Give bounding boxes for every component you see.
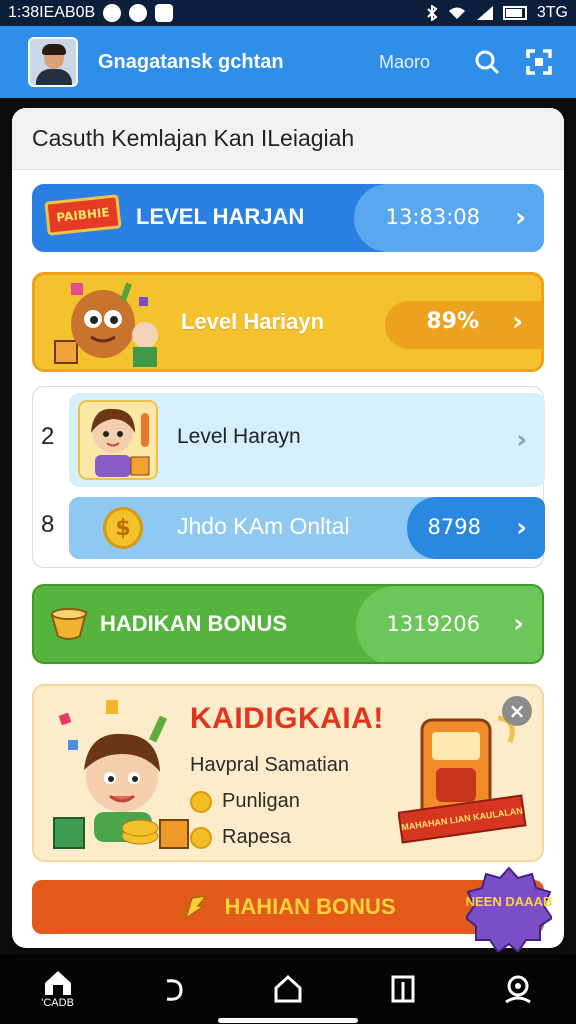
level-row-1[interactable]: PAIBHIE LEVEL HARJAN 13:83:08 › <box>32 184 544 252</box>
promo-title: KAIDIGKAIA! <box>190 702 384 735</box>
panel-heading: Casuth Kemlajan Kan ILeiagiah <box>12 108 564 170</box>
group-row-online-label: Jhdo KAm Onltal <box>177 513 350 539</box>
notification-icon <box>129 4 148 22</box>
level-row-1-value: 13:83:08 <box>385 205 480 229</box>
nav-profile[interactable] <box>488 959 548 1019</box>
nav-home[interactable]: 'CADB <box>28 959 88 1019</box>
bonus-row[interactable]: HADIKAN BONUS 1319206 › <box>32 584 544 664</box>
notification-icon <box>103 4 122 22</box>
nav-house[interactable] <box>258 959 318 1019</box>
promo-item: Rapesa <box>190 826 291 849</box>
girl-character-illustration <box>78 400 158 480</box>
nav-recents[interactable] <box>373 959 433 1019</box>
main-panel: Casuth Kemlajan Kan ILeiagiah PAIBHIE LE… <box>12 108 564 948</box>
scan-icon[interactable] <box>524 47 554 77</box>
boy-character-illustration <box>53 700 189 849</box>
bowl-icon <box>50 608 88 640</box>
coin-bullet-icon <box>190 790 212 813</box>
promo-item-label: Rapesa <box>222 826 291 848</box>
app-header: Gnagatansk gchtan Maoro <box>0 26 576 98</box>
group-row-online[interactable]: $ Jhdo KAm Onltal 8798 › <box>69 497 545 559</box>
chevron-right-icon: › <box>513 609 524 639</box>
profile-icon <box>505 975 532 1004</box>
group-number: 8 <box>41 511 55 538</box>
promo-card[interactable]: KAIDIGKAIA! Havpral Samatian Punligan Ra… <box>32 684 544 862</box>
bluetooth-icon <box>427 5 438 21</box>
new-badge-text: NEEN DAAAB <box>466 894 552 909</box>
search-icon[interactable] <box>472 47 502 77</box>
group-row-level-label: Level Harayn <box>177 425 301 448</box>
house-outline-icon <box>274 974 302 1003</box>
promo-item: Punligan <box>190 790 300 813</box>
nav-back[interactable] <box>143 959 203 1019</box>
avatar[interactable] <box>28 37 78 87</box>
back-icon <box>166 979 183 1001</box>
coin-bullet-icon <box>190 826 212 849</box>
bonus-row-label: HADIKAN BONUS <box>100 611 287 636</box>
chevron-right-icon: › <box>516 425 527 455</box>
level-row-2[interactable]: Level Hariayn 89% › <box>32 272 544 372</box>
home-icon <box>44 971 71 995</box>
ribbon-badge: PAIBHIE <box>44 194 122 236</box>
new-badge[interactable]: NEEN DAAAB <box>466 866 552 952</box>
home-indicator[interactable] <box>218 1018 358 1023</box>
level-row-2-label: Level Hariayn <box>181 309 325 334</box>
bottom-nav: 'CADB <box>0 954 576 1024</box>
level-row-2-value: 89% <box>426 309 479 334</box>
battery-icon <box>502 6 527 20</box>
level-group: 2 8 Level Harayn › $ Jhdo KAm Onltal 879… <box>32 386 545 568</box>
level-row-1-label: LEVEL HARJAN <box>136 204 305 229</box>
sparkle-icon <box>185 894 209 920</box>
status-battery-text: 3TG <box>536 4 568 21</box>
header-link[interactable]: Maoro <box>379 52 430 73</box>
close-icon[interactable]: × <box>502 696 532 726</box>
group-row-level[interactable]: Level Harayn › <box>69 393 545 487</box>
promo-subtitle: Havpral Samatian <box>190 754 349 776</box>
wifi-icon <box>448 7 465 19</box>
recents-icon <box>391 975 415 1003</box>
promo-item-label: Punligan <box>222 790 300 812</box>
group-row-online-value: 8798 <box>427 515 481 539</box>
status-time: 1:38IEAB0B <box>8 4 96 21</box>
nav-home-label: 'CADB <box>41 997 74 1009</box>
bonus-button-label: HAHIAN BONUS <box>224 894 396 919</box>
bonus-row-value: 1319206 <box>386 612 480 636</box>
chevron-right-icon: › <box>515 203 526 233</box>
character-illustration <box>54 282 158 367</box>
app-title: Gnagatansk gchtan <box>98 50 284 73</box>
coin-icon: $ <box>103 507 143 549</box>
signal-icon <box>476 6 493 20</box>
chevron-right-icon: › <box>512 307 523 337</box>
status-bar: 1:38IEAB0B 3TG <box>0 0 576 26</box>
mail-icon <box>155 4 174 22</box>
group-number: 2 <box>41 423 55 450</box>
chevron-right-icon: › <box>516 513 527 543</box>
slot-machine-illustration: MAHAHAN LIAN KAULALAN <box>398 715 527 844</box>
